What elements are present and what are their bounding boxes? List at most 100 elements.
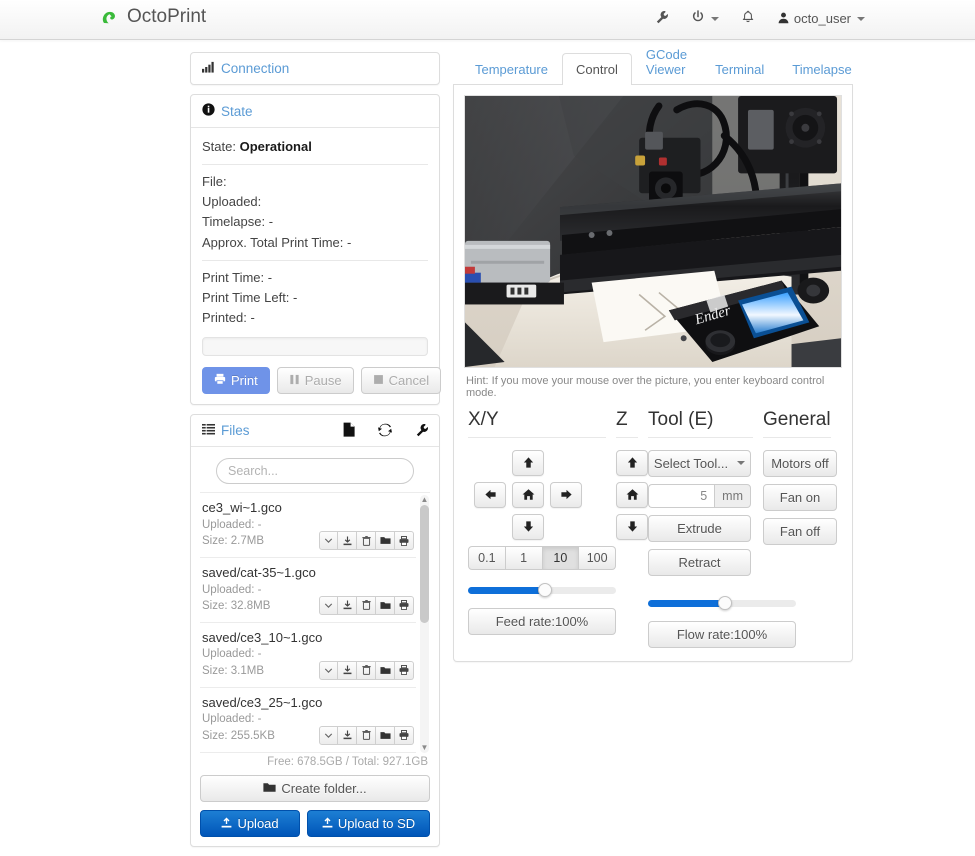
jog-z-plus-button[interactable] — [616, 449, 648, 476]
jog-x-minus-button[interactable] — [474, 481, 506, 508]
extrude-button[interactable]: Extrude — [648, 514, 751, 542]
print-time-label: Print Time: — [202, 269, 265, 285]
chevron-down-icon[interactable] — [319, 595, 338, 615]
jog-x-plus-button[interactable] — [550, 481, 582, 508]
settings-nav-item[interactable] — [644, 8, 680, 29]
download-icon[interactable] — [338, 725, 357, 745]
signal-icon — [202, 61, 215, 76]
retract-button[interactable]: Retract — [648, 548, 751, 576]
file-list-item[interactable]: saved/cat-35~1.gco Uploaded: - Size: 32.… — [200, 558, 416, 623]
chevron-down-icon[interactable] — [319, 531, 338, 551]
uploaded-label: Uploaded: — [202, 194, 262, 210]
notifications-nav-item[interactable] — [730, 8, 766, 29]
home-xy-button[interactable] — [512, 481, 544, 508]
trash-icon[interactable] — [357, 660, 376, 680]
print-progress-bar — [202, 337, 428, 357]
power-nav-item[interactable] — [680, 8, 730, 29]
scroll-down-icon[interactable]: ▼ — [420, 743, 429, 752]
trash-icon[interactable] — [357, 595, 376, 615]
state-panel-title-link[interactable]: State — [202, 103, 253, 119]
jog-z-minus-button[interactable] — [616, 513, 648, 540]
files-settings-wrench-icon[interactable] — [415, 423, 429, 440]
pause-button[interactable]: Pause — [276, 367, 354, 395]
step-size-1[interactable]: 1 — [505, 545, 543, 570]
connection-panel: Connection — [190, 52, 440, 85]
select-tool-label: Select Tool... — [653, 455, 729, 471]
upload-to-sd-button[interactable]: Upload to SD — [307, 810, 430, 838]
file-list[interactable]: ce3_wi~1.gco Uploaded: - Size: 2.7MB sav… — [200, 492, 430, 754]
print-icon[interactable] — [395, 531, 414, 551]
print-icon[interactable] — [395, 725, 414, 745]
refresh-icon[interactable] — [378, 423, 392, 440]
divider — [202, 259, 428, 261]
state-panel-header[interactable]: State — [191, 95, 439, 128]
file-list-item[interactable]: ce3_wi~1.gco Uploaded: - Size: 2.7MB — [200, 493, 416, 559]
user-nav-item[interactable]: octo_user — [766, 9, 876, 29]
file-list-item[interactable]: saved/ce3_50~1.gco — [200, 753, 416, 754]
step-size-0.1[interactable]: 0.1 — [468, 545, 506, 570]
printed-value: - — [250, 309, 255, 325]
jog-y-minus-button[interactable] — [512, 513, 544, 540]
file-list-scroll-thumb[interactable] — [420, 505, 429, 624]
tab-terminal[interactable]: Terminal — [701, 53, 778, 85]
file-label: File: — [202, 174, 227, 190]
file-list-item[interactable]: saved/ce3_25~1.gco Uploaded: - Size: 255… — [200, 688, 416, 753]
download-icon[interactable] — [338, 531, 357, 551]
step-size-100[interactable]: 100 — [579, 545, 616, 570]
feed-rate-button[interactable]: Feed rate:100% — [468, 607, 616, 635]
new-file-icon[interactable] — [343, 422, 355, 440]
select-tool-dropdown[interactable]: Select Tool... — [648, 449, 751, 477]
scroll-up-icon[interactable]: ▲ — [420, 495, 429, 504]
main-tabs: Temperature Control GCode Viewer Termina… — [453, 47, 853, 85]
tab-control[interactable]: Control — [561, 53, 632, 85]
print-icon[interactable] — [395, 595, 414, 615]
connection-panel-header[interactable]: Connection — [191, 53, 439, 84]
file-row-actions — [319, 660, 414, 680]
folder-move-icon[interactable] — [376, 725, 395, 745]
brand-logo-link[interactable]: OctoPrint — [100, 6, 206, 28]
upload-buttons-row: Upload Upload to SD — [200, 810, 430, 838]
download-icon[interactable] — [338, 660, 357, 680]
tab-gcode-viewer[interactable]: GCode Viewer — [632, 38, 701, 85]
extrude-amount-input[interactable] — [648, 483, 715, 508]
fan-off-button[interactable]: Fan off — [763, 517, 837, 545]
home-z-button[interactable] — [616, 481, 648, 508]
fan-on-button[interactable]: Fan on — [763, 483, 837, 511]
flow-rate-slider-fill — [648, 599, 722, 607]
file-list-item[interactable]: saved/ce3_10~1.gco Uploaded: - Size: 3.1… — [200, 623, 416, 688]
tab-temperature[interactable]: Temperature — [461, 53, 562, 85]
file-name: saved/ce3_25~1.gco — [202, 694, 323, 710]
feed-rate-slider[interactable] — [468, 582, 616, 597]
folder-move-icon[interactable] — [376, 660, 395, 680]
printed-label: Printed: — [202, 309, 247, 325]
user-icon — [777, 11, 790, 27]
flow-rate-slider[interactable] — [648, 595, 796, 610]
jog-y-plus-button[interactable] — [512, 449, 544, 476]
connection-panel-title-link[interactable]: Connection — [202, 61, 289, 76]
download-icon[interactable] — [338, 595, 357, 615]
chevron-down-icon[interactable] — [319, 660, 338, 680]
file-name: saved/ce3_10~1.gco — [202, 629, 323, 645]
print-icon[interactable] — [395, 660, 414, 680]
user-name-label: octo_user — [793, 11, 851, 26]
trash-icon[interactable] — [357, 531, 376, 551]
create-folder-button[interactable]: Create folder... — [200, 775, 430, 803]
upload-button[interactable]: Upload — [200, 810, 301, 838]
chevron-down-icon — [857, 16, 865, 21]
tab-timelapse[interactable]: Timelapse — [778, 53, 865, 85]
z-control-column: Z — [616, 408, 648, 648]
motors-off-button[interactable]: Motors off — [763, 449, 837, 477]
feed-rate-slider-knob[interactable] — [537, 582, 552, 597]
folder-move-icon[interactable] — [376, 531, 395, 551]
trash-icon[interactable] — [357, 725, 376, 745]
cancel-button[interactable]: Cancel — [360, 367, 442, 395]
search-input[interactable] — [216, 458, 414, 485]
files-panel-title-link[interactable]: Files — [202, 423, 250, 438]
state-panel-body: State: Operational File: Uploaded: Timel… — [191, 128, 442, 404]
folder-move-icon[interactable] — [376, 595, 395, 615]
step-size-10[interactable]: 10 — [542, 545, 580, 570]
webcam-stream[interactable]: Ender — [464, 95, 842, 368]
flow-rate-slider-knob[interactable] — [717, 595, 732, 610]
print-button[interactable]: Print — [202, 367, 270, 395]
chevron-down-icon[interactable] — [319, 725, 338, 745]
